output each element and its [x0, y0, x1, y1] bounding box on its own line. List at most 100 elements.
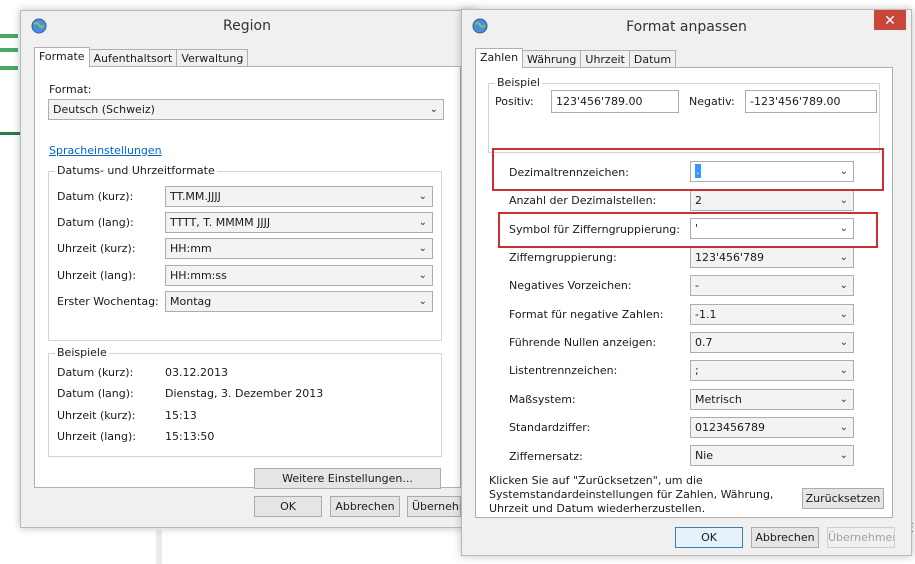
- highlight-box: [492, 148, 884, 191]
- decimal-places-select[interactable]: 2 ⌄: [690, 190, 854, 211]
- region-tabs: Formate Aufenthaltsort Verwaltung: [34, 47, 249, 67]
- measurement-system-label: Maßsystem:: [509, 393, 576, 406]
- first-weekday-value: Montag: [170, 295, 212, 308]
- negative-label: Negativ:: [689, 95, 735, 108]
- format-title: Format anpassen: [626, 19, 747, 35]
- tab-verwaltung[interactable]: Verwaltung: [176, 49, 249, 67]
- format-tabs: Zahlen Währung Uhrzeit Datum: [475, 48, 677, 68]
- examples-group-title: Beispiele: [55, 346, 109, 359]
- negative-example-field: -123'456'789.00: [745, 90, 877, 113]
- list-separator-value: ;: [695, 364, 699, 377]
- short-date-value: TT.MM.JJJJ: [170, 190, 221, 203]
- chevron-down-icon: ⌄: [429, 104, 438, 115]
- short-time-label: Uhrzeit (kurz):: [57, 242, 136, 255]
- background-decoration: [0, 34, 18, 38]
- numbers-panel: Beispiel Positiv: 123'456'789.00 Negativ…: [475, 67, 893, 518]
- example-long-date-value: Dienstag, 3. Dezember 2013: [165, 387, 324, 400]
- format-titlebar: Format anpassen ✕: [462, 10, 911, 44]
- negative-sign-value: -: [695, 279, 699, 292]
- chevron-down-icon: ⌄: [839, 422, 848, 433]
- positive-label: Positiv:: [495, 95, 534, 108]
- chevron-down-icon: ⌄: [418, 270, 427, 281]
- language-settings-link[interactable]: Spracheinstellungen: [49, 144, 162, 157]
- measurement-system-value: Metrisch: [695, 393, 742, 406]
- format-ok-button[interactable]: OK: [675, 527, 743, 548]
- list-separator-label: Listentrennzeichen:: [509, 364, 618, 377]
- format-select-value: Deutsch (Schweiz): [53, 103, 155, 116]
- example-short-time-value: 15:13: [165, 409, 197, 422]
- reset-button[interactable]: Zurücksetzen: [802, 488, 884, 509]
- background-decoration: [156, 530, 162, 564]
- format-apply-button[interactable]: Übernehmen: [827, 527, 895, 548]
- close-button[interactable]: ✕: [874, 10, 906, 30]
- decimal-places-value: 2: [695, 194, 702, 207]
- negative-format-select[interactable]: -1.1 ⌄: [690, 304, 854, 325]
- negative-sign-select[interactable]: - ⌄: [690, 275, 854, 296]
- highlight-box: [498, 212, 878, 248]
- list-separator-select[interactable]: ; ⌄: [690, 360, 854, 381]
- digit-grouping-select[interactable]: 123'456'789 ⌄: [690, 247, 854, 268]
- chevron-down-icon: ⌄: [839, 309, 848, 320]
- chevron-down-icon: ⌄: [418, 191, 427, 202]
- digit-grouping-value: 123'456'789: [695, 251, 765, 264]
- examples-group: Beispiele Datum (kurz): 03.12.2013 Datum…: [48, 346, 442, 457]
- region-apply-button[interactable]: Übernehmen: [407, 496, 461, 517]
- negative-format-label: Format für negative Zahlen:: [509, 308, 664, 321]
- tab-zahlen[interactable]: Zahlen: [475, 48, 524, 68]
- long-time-label: Uhrzeit (lang):: [57, 269, 136, 282]
- tab-uhrzeit[interactable]: Uhrzeit: [580, 50, 630, 68]
- chevron-down-icon: ⌄: [839, 280, 848, 291]
- tab-formate[interactable]: Formate: [34, 47, 90, 67]
- region-titlebar: Region: [21, 11, 473, 41]
- digit-substitution-value: Nie: [695, 449, 714, 462]
- measurement-system-select[interactable]: Metrisch ⌄: [690, 389, 854, 410]
- tab-datum[interactable]: Datum: [628, 50, 677, 68]
- digit-substitution-select[interactable]: Nie ⌄: [690, 445, 854, 466]
- format-select[interactable]: Deutsch (Schweiz) ⌄: [48, 99, 444, 120]
- chevron-down-icon: ⌄: [839, 337, 848, 348]
- region-window: Region Formate Aufenthaltsort Verwaltung…: [20, 10, 474, 528]
- globe-icon: [472, 18, 488, 34]
- short-time-select[interactable]: HH:mm ⌄: [165, 238, 433, 259]
- datetime-group-title: Datums- und Uhrzeitformate: [55, 164, 217, 177]
- format-label: Format:: [49, 83, 92, 96]
- long-time-select[interactable]: HH:mm:ss ⌄: [165, 265, 433, 286]
- chevron-down-icon: ⌄: [839, 195, 848, 206]
- first-weekday-select[interactable]: Montag ⌄: [165, 291, 433, 312]
- decimal-places-label: Anzahl der Dezimalstellen:: [509, 194, 657, 207]
- long-date-label: Datum (lang):: [57, 216, 134, 229]
- negative-format-value: -1.1: [695, 308, 717, 321]
- first-weekday-label: Erster Wochentag:: [57, 295, 159, 308]
- chevron-down-icon: ⌄: [839, 394, 848, 405]
- format-cancel-button[interactable]: Abbrechen: [751, 527, 819, 548]
- example-group-title: Beispiel: [495, 76, 542, 89]
- region-cancel-button[interactable]: Abbrechen: [330, 496, 400, 517]
- short-date-select[interactable]: TT.MM.JJJJ ⌄: [165, 186, 433, 207]
- chevron-down-icon: ⌄: [839, 450, 848, 461]
- example-short-date-value: 03.12.2013: [165, 366, 228, 379]
- digit-substitution-label: Ziffernersatz:: [509, 450, 583, 463]
- tab-aufenthaltsort[interactable]: Aufenthaltsort: [88, 49, 178, 67]
- short-time-value: HH:mm: [170, 242, 212, 255]
- example-long-date-label: Datum (lang):: [57, 387, 134, 400]
- example-short-date-label: Datum (kurz):: [57, 366, 134, 379]
- standard-digits-select[interactable]: 0123456789 ⌄: [690, 417, 854, 438]
- globe-icon: [31, 18, 47, 34]
- long-time-value: HH:mm:ss: [170, 269, 227, 282]
- more-settings-button[interactable]: Weitere Einstellungen...: [254, 468, 441, 489]
- tab-waehrung[interactable]: Währung: [522, 50, 582, 68]
- leading-zeros-select[interactable]: 0.7 ⌄: [690, 332, 854, 353]
- long-date-value: TTTT, T. MMMM JJJJ: [170, 216, 271, 229]
- example-short-time-label: Uhrzeit (kurz):: [57, 409, 136, 422]
- chevron-down-icon: ⌄: [418, 243, 427, 254]
- long-date-select[interactable]: TTTT, T. MMMM JJJJ ⌄: [165, 212, 433, 233]
- region-ok-button[interactable]: OK: [254, 496, 322, 517]
- background-decoration: [0, 132, 20, 135]
- example-group: Beispiel Positiv: 123'456'789.00 Negativ…: [488, 76, 880, 153]
- digit-grouping-label: Zifferngruppierung:: [509, 251, 617, 264]
- example-long-time-value: 15:13:50: [165, 430, 215, 443]
- standard-digits-value: 0123456789: [695, 421, 765, 434]
- region-title: Region: [223, 18, 271, 34]
- chevron-down-icon: ⌄: [839, 252, 848, 263]
- datetime-formats-group: Datums- und Uhrzeitformate Datum (kurz):…: [48, 164, 442, 341]
